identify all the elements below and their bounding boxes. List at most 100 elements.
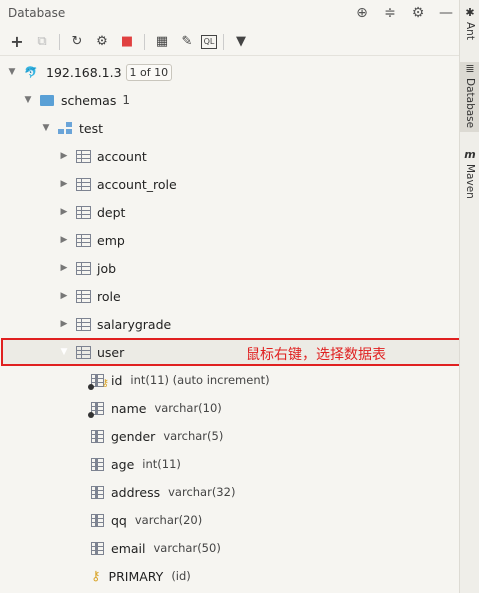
tree-node-column[interactable]: qq varchar(20) [0, 506, 459, 534]
tree-node-table[interactable]: ▶ dept [0, 198, 459, 226]
ant-icon: ✱ [465, 6, 475, 19]
table-icon [76, 317, 91, 331]
expand-arrow-icon[interactable]: ▶ [58, 235, 70, 245]
column-name: gender [111, 428, 156, 444]
toolbar-separator [223, 33, 224, 50]
schemas-label: schemas [61, 92, 117, 108]
edit-icon[interactable]: ✎ [176, 31, 198, 53]
expand-arrow-icon[interactable]: ▶ [58, 179, 70, 189]
table-icon [76, 289, 91, 303]
column-type: varchar(10) [154, 401, 222, 415]
tab-label: Maven [464, 164, 476, 199]
expand-arrow-icon[interactable]: ▶ [58, 151, 70, 161]
minimize-icon[interactable]: — [437, 4, 455, 22]
expand-arrow-icon[interactable]: ▼ [58, 347, 70, 357]
column-name: email [111, 540, 146, 556]
filter-icon[interactable]: ▼ [230, 31, 252, 53]
table-label: job [97, 260, 117, 276]
tab-ant[interactable]: ✱ Ant [460, 6, 479, 40]
tree-node-host[interactable]: ▼ 🐬 192.168.1.3 1 of 10 [0, 58, 459, 86]
database-panel: Database ⊕ ≑ ⚙ — + ⧉ ↻ ⚙ ■ ▦ ✎ QL ▼ ▼ 🐬 … [0, 0, 463, 593]
column-type: varchar(5) [163, 429, 224, 443]
expand-arrow-icon[interactable]: ▶ [58, 319, 70, 329]
tree-node-table[interactable]: ▶ role [0, 282, 459, 310]
table-label: user [97, 344, 125, 360]
table-label: emp [97, 232, 125, 248]
tree-node-column[interactable]: ⚷ id int(11) (auto increment) [0, 366, 459, 394]
column-icon [91, 429, 104, 443]
annotation-text: 鼠标右键，选择数据表 [246, 347, 386, 363]
table-icon [76, 345, 91, 359]
table-icon [76, 233, 91, 247]
table-view-icon[interactable]: ▦ [151, 31, 173, 53]
schema-icon [58, 121, 73, 135]
tab-maven[interactable]: m Maven [460, 148, 479, 199]
key-icon: ⚷ [101, 377, 109, 389]
column-name: id [111, 372, 123, 388]
column-icon [91, 457, 104, 471]
table-label: account [97, 148, 147, 164]
table-icon [76, 177, 91, 191]
tree-node-primary-key[interactable]: ⚷ PRIMARY (id) [0, 562, 459, 590]
expand-arrow-icon[interactable]: ▼ [6, 67, 18, 77]
panel-title: Database [8, 6, 66, 20]
tree-node-table[interactable]: ▶ salarygrade [0, 310, 459, 338]
column-name: qq [111, 512, 127, 528]
column-type: int(11) (auto increment) [130, 373, 270, 387]
host-counter-badge[interactable]: 1 of 10 [125, 63, 173, 81]
refresh-icon[interactable]: ↻ [66, 31, 88, 53]
key-icon: ⚷ [91, 568, 101, 584]
gear-icon[interactable]: ⚙ [409, 4, 427, 22]
tree-node-column[interactable]: email varchar(50) [0, 534, 459, 562]
column-name: age [111, 456, 135, 472]
tree-node-table[interactable]: ▶ account_role [0, 170, 459, 198]
expand-arrow-icon[interactable]: ▼ [40, 123, 52, 133]
console-icon[interactable]: QL [201, 34, 217, 49]
host-label: 192.168.1.3 [46, 64, 122, 80]
crosshair-icon[interactable]: ⊕ [353, 4, 371, 22]
duplicate-icon[interactable]: ⧉ [31, 31, 53, 53]
mysql-icon: 🐬 [24, 66, 38, 79]
table-icon [76, 205, 91, 219]
tree-node-schema[interactable]: ▼ test [0, 114, 459, 142]
stop-icon[interactable]: ■ [116, 31, 138, 53]
column-type: int(11) [142, 457, 181, 471]
expand-arrow-icon[interactable]: ▶ [58, 263, 70, 273]
column-type: varchar(32) [168, 485, 236, 499]
schemas-count: 1 [122, 93, 130, 107]
column-icon: ⚷ [88, 373, 109, 390]
column-icon [91, 485, 104, 499]
right-tool-strip: ✱ Ant ≣ Database m Maven [459, 0, 479, 593]
expand-arrow-icon[interactable]: ▶ [58, 291, 70, 301]
tree-node-table[interactable]: ▶ job [0, 254, 459, 282]
tab-label: Ant [464, 22, 476, 40]
tree-node-column[interactable]: gender varchar(5) [0, 422, 459, 450]
toolbar-separator [59, 33, 60, 50]
tree-node-column[interactable]: age int(11) [0, 450, 459, 478]
tree-node-table[interactable]: ▶ emp [0, 226, 459, 254]
tree-node-schemas[interactable]: ▼ schemas 1 [0, 86, 459, 114]
properties-icon[interactable]: ⚙ [91, 31, 113, 53]
table-icon [76, 261, 91, 275]
tree-node-column[interactable]: address varchar(32) [0, 478, 459, 506]
table-label: dept [97, 204, 126, 220]
tree-node-table[interactable]: ▶ account [0, 142, 459, 170]
not-null-dot-icon [88, 383, 94, 390]
column-icon [91, 513, 104, 527]
tree-node-table-user[interactable]: ▼ user [0, 338, 459, 366]
folder-icon [40, 94, 54, 106]
database-icon: ≣ [465, 62, 475, 75]
add-icon[interactable]: + [6, 31, 28, 53]
expand-arrow-icon[interactable]: ▶ [58, 207, 70, 217]
column-name: name [111, 400, 147, 416]
column-icon [91, 541, 104, 555]
column-type: varchar(50) [153, 541, 221, 555]
column-type: varchar(20) [134, 513, 203, 527]
collapse-icon[interactable]: ≑ [381, 4, 399, 22]
schema-label: test [79, 120, 104, 136]
expand-arrow-icon[interactable]: ▼ [22, 95, 34, 105]
maven-icon: m [464, 148, 476, 161]
not-null-dot-icon [88, 411, 94, 418]
tree-node-column[interactable]: name varchar(10) [0, 394, 459, 422]
tab-database[interactable]: ≣ Database [460, 62, 479, 133]
